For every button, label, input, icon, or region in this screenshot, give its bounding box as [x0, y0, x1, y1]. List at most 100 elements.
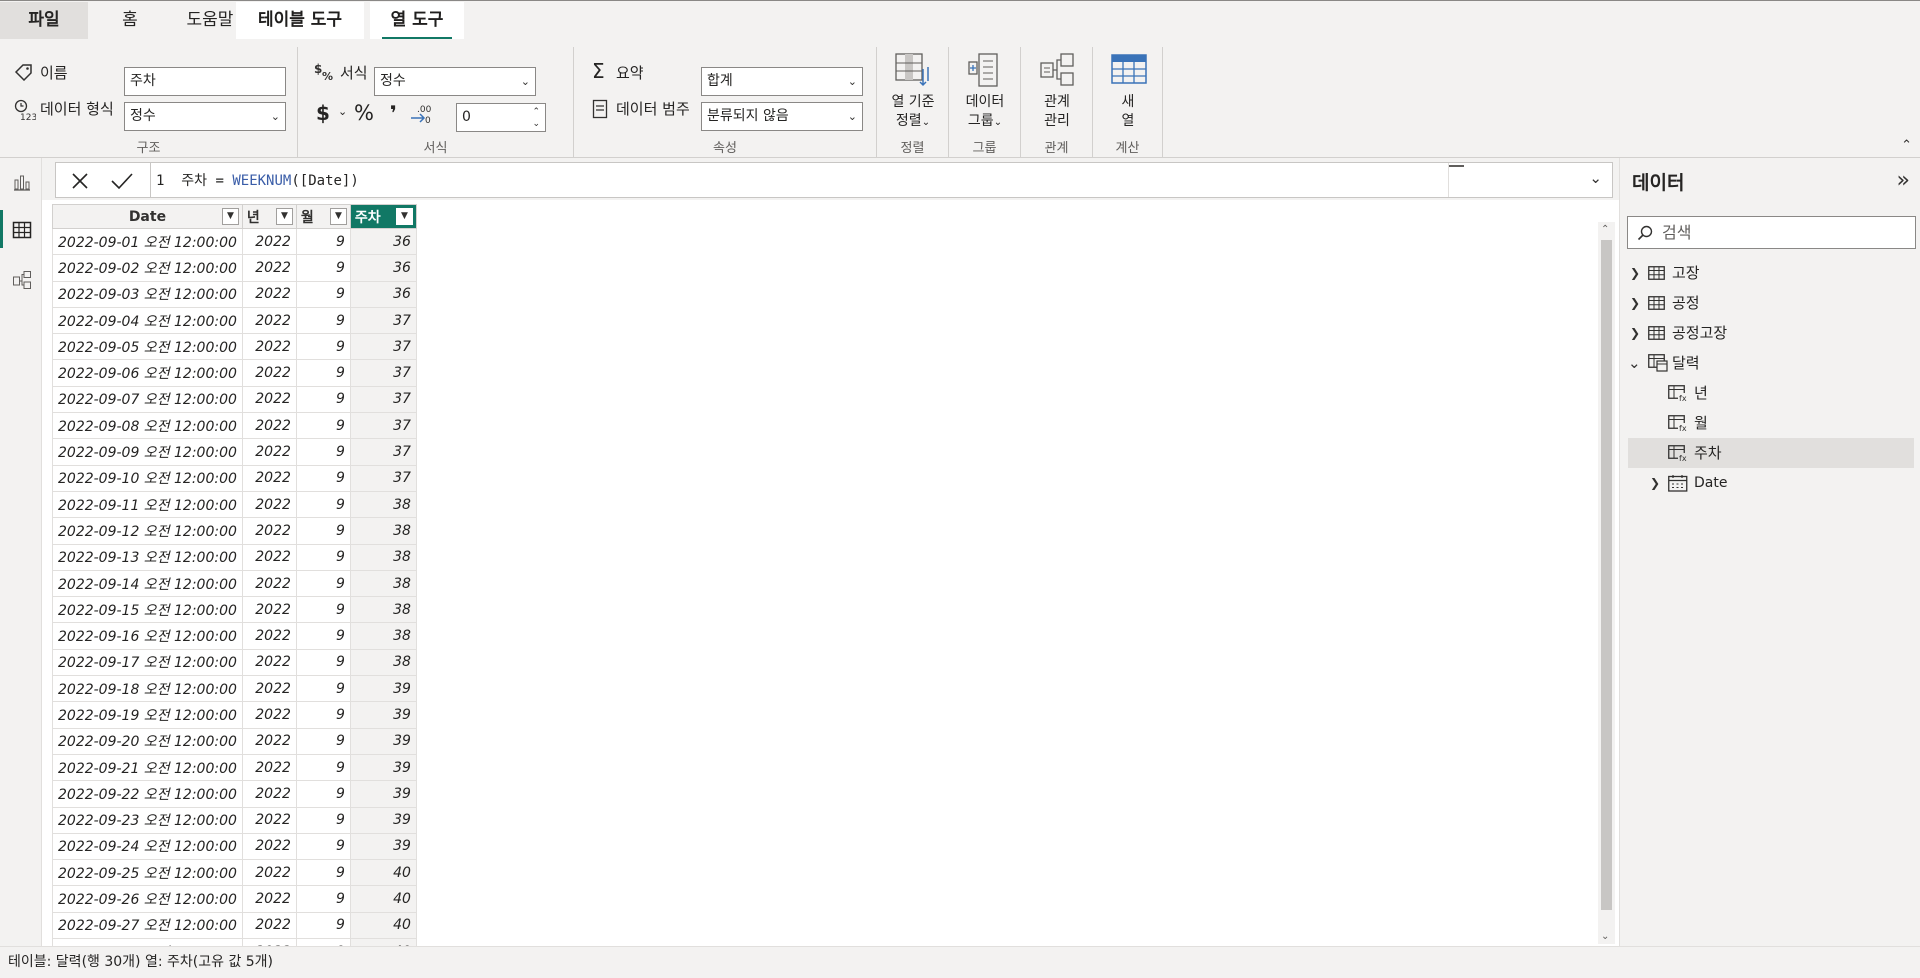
- table-cell[interactable]: 2022: [241, 780, 297, 808]
- table-cell[interactable]: 2022: [241, 648, 297, 677]
- table-cell[interactable]: 39: [349, 675, 417, 703]
- table-cell[interactable]: 2022: [241, 517, 297, 545]
- tab-table-tools[interactable]: 테이블 도구: [236, 2, 364, 40]
- tree-field-year[interactable]: fx 년: [1628, 378, 1914, 408]
- search-input[interactable]: 검색: [1627, 216, 1916, 249]
- tab-file[interactable]: 파일: [0, 2, 88, 40]
- table-cell[interactable]: 9: [295, 832, 351, 861]
- table-cell[interactable]: 2022-09-02 오전 12:00:00: [52, 254, 243, 282]
- table-cell[interactable]: 9: [295, 464, 351, 492]
- table-cell[interactable]: 2022-09-24 오전 12:00:00: [52, 832, 243, 861]
- vertical-scrollbar[interactable]: ⌃ ⌄: [1598, 222, 1615, 944]
- table-cell[interactable]: 2022-09-20 오전 12:00:00: [52, 727, 243, 755]
- table-cell[interactable]: 2022-09-23 오전 12:00:00: [52, 806, 243, 834]
- table-cell[interactable]: 2022: [241, 701, 297, 729]
- table-cell[interactable]: 2022: [241, 227, 297, 256]
- table-cell[interactable]: 37: [349, 333, 417, 361]
- table-cell[interactable]: 2022: [241, 753, 297, 782]
- table-cell[interactable]: 2022-09-11 오전 12:00:00: [52, 490, 243, 519]
- table-cell[interactable]: 37: [349, 438, 417, 466]
- table-cell[interactable]: 2022-09-17 오전 12:00:00: [52, 648, 243, 677]
- table-cell[interactable]: 2022: [241, 911, 297, 940]
- table-cell[interactable]: 2022-09-04 오전 12:00:00: [52, 306, 243, 335]
- table-cell[interactable]: 9: [295, 412, 351, 440]
- table-cell[interactable]: 2022: [241, 280, 297, 308]
- table-cell[interactable]: 2022-09-25 오전 12:00:00: [52, 859, 243, 887]
- sort-by-column-button[interactable]: 열 기준 정렬⌄: [877, 51, 949, 132]
- table-cell[interactable]: 2022: [241, 543, 297, 571]
- scroll-down-icon[interactable]: ⌄: [1601, 931, 1609, 942]
- table-cell[interactable]: 2022-09-01 오전 12:00:00: [52, 227, 243, 256]
- table-cell[interactable]: 9: [295, 885, 351, 913]
- column-name-input[interactable]: 주차: [124, 67, 286, 96]
- table-cell[interactable]: 38: [349, 490, 417, 519]
- expand-formula-icon[interactable]: ⌄: [1589, 169, 1602, 187]
- table-cell[interactable]: 9: [295, 333, 351, 361]
- tree-field-week[interactable]: fx 주차: [1628, 438, 1914, 468]
- chevron-right-icon[interactable]: ❯: [1650, 468, 1660, 498]
- filter-dropdown-icon[interactable]: ▼: [275, 208, 293, 225]
- table-cell[interactable]: 9: [295, 306, 351, 335]
- table-cell[interactable]: 39: [349, 832, 417, 861]
- table-cell[interactable]: 2022-09-10 오전 12:00:00: [52, 464, 243, 492]
- table-cell[interactable]: 9: [295, 543, 351, 571]
- table-cell[interactable]: 2022: [241, 622, 297, 650]
- data-category-select[interactable]: 분류되지 않음 ⌄: [701, 102, 863, 131]
- table-cell[interactable]: 2022: [241, 490, 297, 519]
- table-cell[interactable]: 40: [349, 859, 417, 887]
- table-cell[interactable]: 9: [295, 254, 351, 282]
- table-cell[interactable]: 2022-09-08 오전 12:00:00: [52, 412, 243, 440]
- table-cell[interactable]: 2022: [241, 464, 297, 492]
- table-cell[interactable]: 37: [349, 412, 417, 440]
- manage-relationships-button[interactable]: 관계 관리: [1021, 51, 1093, 131]
- table-view-icon[interactable]: [12, 220, 32, 240]
- table-cell[interactable]: 2022-09-15 오전 12:00:00: [52, 596, 243, 624]
- percent-button[interactable]: %: [354, 101, 374, 125]
- table-cell[interactable]: 9: [295, 727, 351, 755]
- collapse-pane-icon[interactable]: »: [1897, 168, 1910, 193]
- table-cell[interactable]: 2022: [241, 359, 297, 387]
- table-cell[interactable]: 37: [349, 464, 417, 492]
- scrollbar-thumb[interactable]: [1601, 240, 1612, 910]
- table-cell[interactable]: 9: [295, 569, 351, 598]
- table-cell[interactable]: 9: [295, 596, 351, 624]
- table-cell[interactable]: 2022-09-27 오전 12:00:00: [52, 911, 243, 940]
- table-cell[interactable]: 9: [295, 859, 351, 887]
- tree-field-date[interactable]: ❯ Date: [1628, 468, 1914, 498]
- tree-field-month[interactable]: fx 월: [1628, 408, 1914, 438]
- tab-column-tools[interactable]: 열 도구: [370, 2, 464, 40]
- table-cell[interactable]: 2022: [241, 385, 297, 414]
- data-groups-button[interactable]: 데이터 그룹⌄: [949, 51, 1021, 132]
- table-cell[interactable]: 36: [349, 254, 417, 282]
- table-cell[interactable]: 2022: [241, 806, 297, 834]
- table-cell[interactable]: 2022-09-16 오전 12:00:00: [52, 622, 243, 650]
- table-cell[interactable]: 38: [349, 517, 417, 545]
- table-cell[interactable]: 9: [295, 359, 351, 387]
- table-cell[interactable]: 38: [349, 622, 417, 650]
- table-cell[interactable]: 2022-09-12 오전 12:00:00: [52, 517, 243, 545]
- table-cell[interactable]: 2022-09-14 오전 12:00:00: [52, 569, 243, 598]
- table-cell[interactable]: 2022-09-18 오전 12:00:00: [52, 675, 243, 703]
- table-cell[interactable]: 38: [349, 543, 417, 571]
- table-cell[interactable]: 2022-09-07 오전 12:00:00: [52, 385, 243, 414]
- formula-input[interactable]: 1 주차 = WEEKNUM([Date]): [156, 170, 359, 190]
- table-cell[interactable]: 9: [295, 753, 351, 782]
- decrease-decimal-icon[interactable]: .000: [410, 103, 436, 125]
- chevron-right-icon[interactable]: ❯: [1630, 318, 1640, 348]
- commit-icon[interactable]: [110, 172, 134, 190]
- table-cell[interactable]: 9: [295, 648, 351, 677]
- table-cell[interactable]: 2022-09-03 오전 12:00:00: [52, 280, 243, 308]
- table-cell[interactable]: 2022: [241, 859, 297, 887]
- tab-home[interactable]: 홈: [100, 2, 160, 40]
- table-cell[interactable]: 9: [295, 227, 351, 256]
- table-cell[interactable]: 2022: [241, 254, 297, 282]
- table-cell[interactable]: 2022-09-05 오전 12:00:00: [52, 333, 243, 361]
- table-cell[interactable]: 38: [349, 596, 417, 624]
- table-cell[interactable]: 38: [349, 569, 417, 598]
- table-cell[interactable]: 2022-09-21 오전 12:00:00: [52, 753, 243, 782]
- comma-button[interactable]: ❜: [390, 101, 397, 125]
- table-cell[interactable]: 2022: [241, 885, 297, 913]
- column-header-date[interactable]: Date ▼: [52, 204, 243, 229]
- model-view-icon[interactable]: [12, 270, 32, 290]
- table-cell[interactable]: 9: [295, 385, 351, 414]
